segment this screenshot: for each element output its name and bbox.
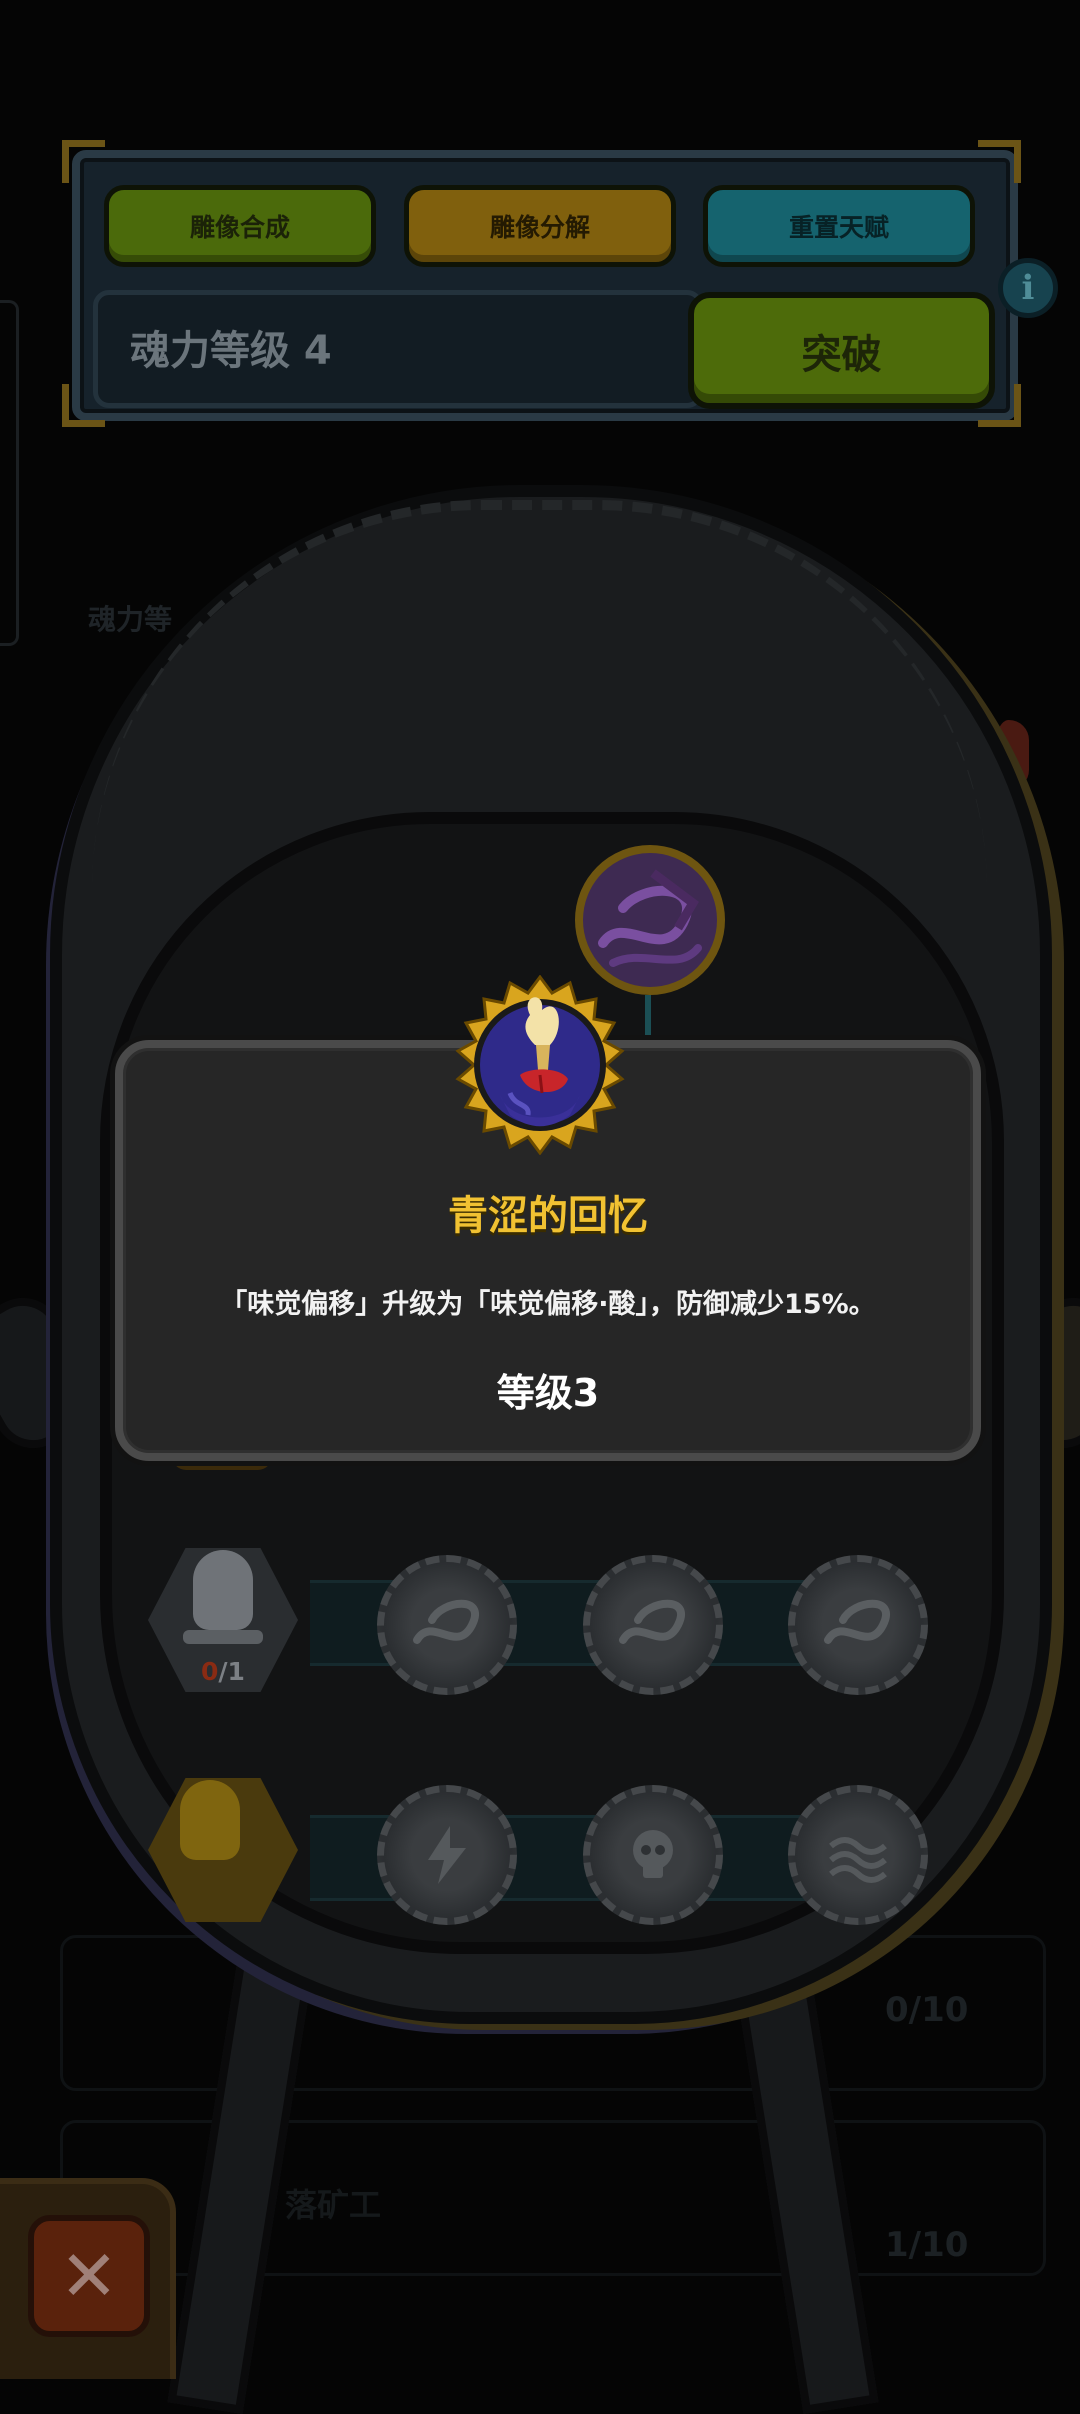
- close-icon: ✕: [59, 2235, 119, 2317]
- wave-icon[interactable]: [788, 1785, 928, 1925]
- info-icon[interactable]: i: [998, 258, 1058, 318]
- gold-statue-icon: [180, 1780, 240, 1860]
- background-row-name: 落矿工: [285, 2186, 382, 2224]
- lightning-icon[interactable]: [377, 1785, 517, 1925]
- locked-talent-swirl-icon[interactable]: [583, 1555, 723, 1695]
- wave-glyph: [829, 1837, 887, 1883]
- background-row-count: 0/10: [885, 1990, 969, 2030]
- node-connector: [645, 995, 651, 1040]
- statue-decompose-button[interactable]: 雕像分解: [404, 185, 676, 267]
- swirl-icon: [598, 869, 702, 967]
- panel-corner: [62, 140, 105, 183]
- popup-title: 青涩的回忆: [448, 1193, 648, 1239]
- background-row-count: 1/10: [885, 2225, 969, 2265]
- statue-base: [183, 1630, 263, 1644]
- statue-count: 0/1: [201, 1657, 245, 1686]
- skull-glyph: [633, 1830, 673, 1878]
- grey-statue-icon: [193, 1550, 253, 1630]
- talent-badge-icon: [450, 974, 630, 1156]
- breakthrough-button[interactable]: 突破: [688, 292, 995, 409]
- talent-node-purple[interactable]: [575, 845, 725, 995]
- swirl-icon: [619, 1599, 685, 1644]
- lightning-glyph: [428, 1826, 466, 1884]
- tongue-flame-icon: [455, 974, 625, 1156]
- statue-count-total: /1: [218, 1657, 245, 1686]
- soul-level-label: 魂力等级 4: [130, 328, 332, 374]
- popup-description: 「味觉偏移」升级为「味觉偏移·酸」，防御减少15%。: [220, 1289, 876, 1320]
- popup-level: 等级3: [496, 1371, 600, 1415]
- swirl-icon: [824, 1599, 890, 1644]
- left-edge-tab: [0, 300, 19, 646]
- close-button[interactable]: ✕: [28, 2215, 150, 2337]
- statue-count-owned: 0: [201, 1657, 219, 1686]
- locked-talent-swirl-icon[interactable]: [377, 1555, 517, 1695]
- reset-talent-button[interactable]: 重置天赋: [703, 185, 975, 267]
- skull-icon[interactable]: [583, 1785, 723, 1925]
- statue-synthesis-button[interactable]: 雕像合成: [104, 185, 376, 267]
- locked-talent-swirl-icon[interactable]: [788, 1555, 928, 1695]
- panel-corner: [978, 140, 1021, 183]
- swirl-icon: [413, 1599, 479, 1644]
- background-soul-label: 魂力等: [88, 603, 173, 636]
